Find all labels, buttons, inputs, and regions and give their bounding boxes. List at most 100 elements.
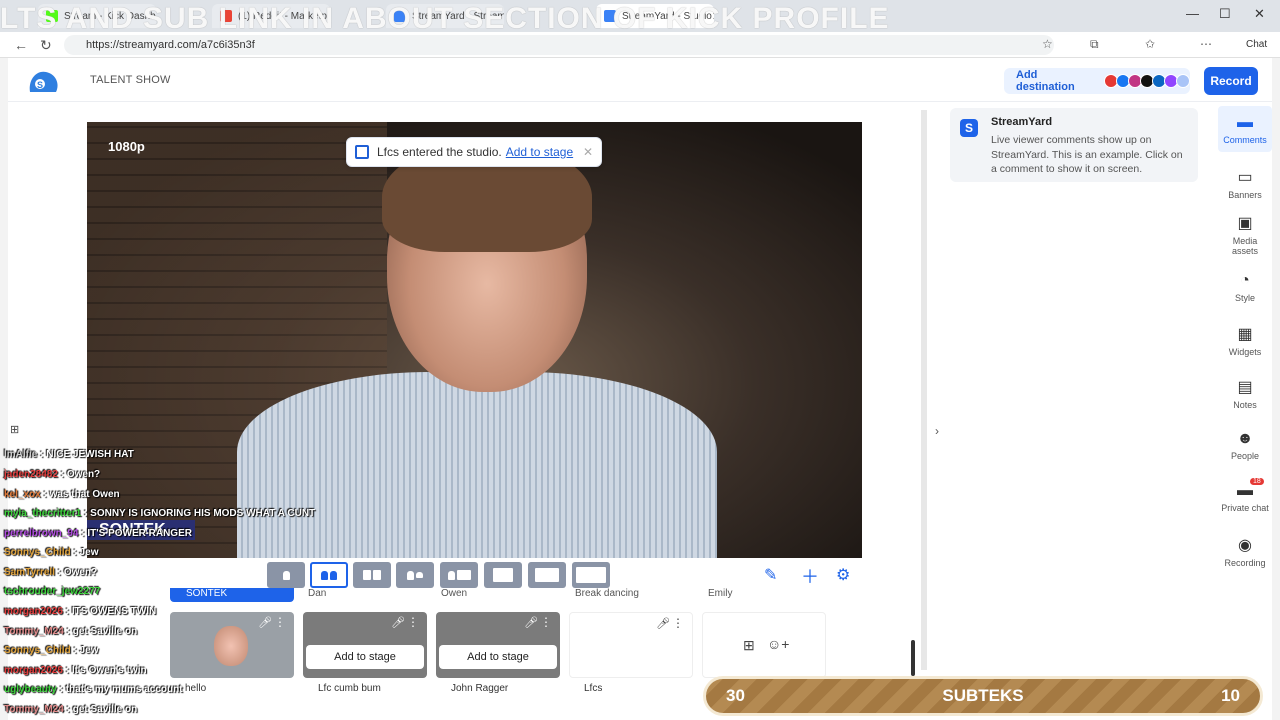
sidebar-label: Recording [1224, 558, 1266, 568]
layout-group-button[interactable] [310, 562, 348, 588]
sidebar-item-recording[interactable]: ◉ Recording [1220, 535, 1270, 568]
person-icon [416, 572, 423, 578]
toast-message: Lfcs entered the studio. [377, 145, 502, 159]
svg-text:S: S [37, 80, 43, 90]
close-icon[interactable]: ✕ [583, 145, 593, 159]
person-icon [447, 570, 455, 580]
guest-tile[interactable]: 🎤︎ ⋮ [569, 612, 693, 678]
sidebar-item-notes[interactable]: ▤ Notes [1220, 377, 1270, 410]
guest-name: hello [185, 683, 207, 694]
stage-scrollbar[interactable] [921, 110, 927, 670]
add-to-stage-button[interactable]: Add to stage [306, 645, 424, 669]
microphone-icon[interactable]: 🎤︎ [524, 616, 538, 629]
layout-screen-button[interactable] [484, 562, 522, 588]
private-chat-icon: ▬ 18 [1220, 478, 1270, 500]
guest-tile[interactable]: 🎤︎ ⋮ [170, 612, 294, 678]
add-icon[interactable]: ＋ [801, 563, 819, 589]
sidebar-label: Comments [1223, 135, 1267, 145]
door-icon [355, 145, 369, 159]
layout-fullscreen-button[interactable] [572, 562, 610, 588]
person-icon [282, 570, 290, 580]
invite-tile[interactable]: ⊞ ☺+ [702, 612, 826, 678]
comment-icon: ▬ [1237, 114, 1253, 131]
star-icon[interactable]: ☆ [1042, 37, 1053, 51]
sidebar-item-media-assets[interactable]: ▣ Media assets [1220, 213, 1270, 256]
chat-message: Sonnys_Child : Jew [4, 547, 99, 558]
address-bar: ← ↻ https://streamyard.com/a7c6i35n3f ☆ … [0, 32, 1280, 85]
guest-label: Break dancing [575, 588, 639, 599]
maximize-icon[interactable]: ☐ [1219, 6, 1231, 22]
stage-canvas [87, 122, 862, 558]
add-to-stage-button[interactable]: Add to stage [439, 645, 557, 669]
sub-goal-bar: 30 SUBTEKS 10 [703, 676, 1263, 716]
guest-label: Owen [441, 588, 468, 599]
sidebar-item-style[interactable]: ◔ Style [1220, 272, 1270, 303]
chat-message: jaden28482 : Owen? [4, 469, 101, 480]
layout-solo-button[interactable] [267, 562, 305, 588]
more-options-icon[interactable]: ⋮ [540, 615, 552, 629]
microphone-icon[interactable]: 🎤︎ [258, 616, 272, 629]
more-options-icon[interactable]: ⋮ [672, 616, 684, 630]
tile-icon [363, 570, 371, 580]
chat-expand-icon[interactable]: ⊞ [10, 423, 19, 436]
screen-icon [493, 568, 513, 582]
guest-tile[interactable]: 🎤︎ ⋮ Add to stage [436, 612, 560, 678]
record-button[interactable]: Record [1204, 67, 1258, 95]
chat-message: perrelbrown_94 : IT'S POWER RANGER [4, 528, 192, 539]
sub-goal-label: SUBTEKS [942, 686, 1024, 705]
chat-label[interactable]: Chat [1246, 39, 1267, 50]
sidebar-label: Widgets [1228, 347, 1262, 357]
sidebar-item-private-chat[interactable]: ▬ 18 Private chat [1220, 478, 1270, 513]
reload-icon[interactable]: ↻ [40, 37, 52, 54]
guest-label-sontek: SONTEK [170, 588, 294, 602]
layout-grid-button[interactable] [353, 562, 391, 588]
screen-icon [535, 568, 559, 582]
favorites-icon[interactable]: ✩ [1145, 37, 1155, 51]
layout-sidebar-button[interactable] [440, 562, 478, 588]
chevron-right-icon[interactable]: › [935, 424, 939, 438]
guest-face [214, 626, 248, 666]
studio-toast: Lfcs entered the studio. Add to stage ✕ [346, 137, 602, 167]
chat-message: Sonnys_Child : Jew [4, 645, 99, 656]
guest-tile[interactable]: 🎤︎ ⋮ Add to stage [303, 612, 427, 678]
chat-message: uglybeauty : that's my mums account [4, 684, 183, 695]
minimize-icon[interactable]: — [1186, 6, 1199, 21]
sidebar-item-banners[interactable]: ▭ Banners [1220, 167, 1270, 200]
sidebar-label: Private chat [1221, 503, 1269, 513]
comment-text: Live viewer comments show up on StreamYa… [991, 134, 1183, 175]
back-icon[interactable]: ← [14, 37, 28, 53]
sidebar-item-comments[interactable]: ▬ Comments [1220, 114, 1270, 145]
url-field[interactable]: https://streamyard.com/a7c6i35n3f [64, 35, 1054, 55]
invite-guest-icon[interactable]: ☺+ [767, 636, 789, 652]
microphone-muted-icon[interactable]: 🎤︎ [391, 616, 405, 629]
palette-icon: ◔ [1240, 272, 1250, 289]
more-icon[interactable]: ⋯ [1200, 37, 1212, 51]
chat-message: Tommy_M24 : get Saville on [4, 626, 138, 637]
studio-title[interactable]: TALENT SHOW [90, 74, 171, 86]
add-destination-button[interactable]: Add destination [1004, 68, 1190, 94]
more-options-icon[interactable]: ⋮ [407, 615, 419, 629]
streamyard-logo: S [29, 71, 58, 92]
resolution-label: 1080p [108, 139, 145, 154]
chat-message: tschrouder_jew2277 [4, 586, 101, 597]
sidebar-label: Style [1234, 293, 1255, 303]
sidebar-item-widgets[interactable]: ▦ Widgets [1220, 324, 1270, 357]
sidebar-item-people[interactable]: ☻ People [1220, 430, 1270, 461]
extensions-icon[interactable]: ⧉ [1090, 37, 1099, 52]
chat-message: SamTyrrell : Owen? [4, 567, 98, 578]
guests-scrollbar[interactable] [911, 640, 915, 676]
add-destination-label: Add destination [1016, 69, 1075, 93]
toast-add-to-stage-link[interactable]: Add to stage [506, 145, 573, 159]
layout-pip-button[interactable] [528, 562, 566, 588]
layout-leader-button[interactable] [396, 562, 434, 588]
close-window-icon[interactable]: ✕ [1254, 6, 1265, 22]
settings-gear-icon[interactable]: ⚙ [836, 565, 850, 585]
record-icon: ◉ [1238, 537, 1252, 554]
more-options-icon[interactable]: ⋮ [274, 615, 286, 629]
edit-icon[interactable]: ✎ [764, 565, 777, 585]
media-icon: ▣ [1237, 215, 1253, 232]
sidebar-label: People [1230, 451, 1260, 461]
microphone-icon[interactable]: 🎤︎ [656, 617, 670, 630]
sub-goal-current: 30 [726, 686, 745, 705]
share-screen-icon[interactable]: ⊞ [743, 637, 755, 654]
